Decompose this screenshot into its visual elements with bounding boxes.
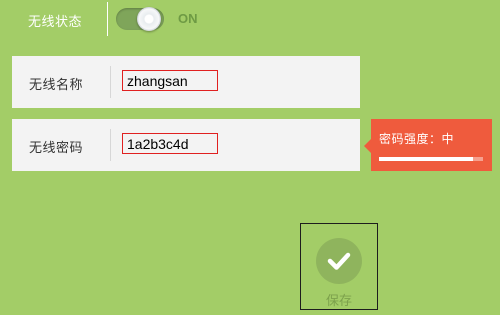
password-strength-bar [379, 157, 483, 161]
checkmark-icon [327, 252, 351, 270]
password-strength-fill [379, 157, 473, 161]
wireless-status-row: 无线状态 ON [0, 0, 500, 40]
toggle-knob[interactable] [137, 7, 161, 31]
password-input[interactable] [122, 133, 218, 154]
password-label: 无线密码 [29, 141, 84, 156]
ssid-label: 无线名称 [29, 78, 84, 93]
field-divider [110, 66, 111, 98]
toggle-state-text: ON [178, 11, 198, 26]
save-label: 保存 [325, 294, 352, 309]
field-divider [110, 129, 111, 161]
password-strength-text: 密码强度：中 [379, 132, 455, 146]
save-circle[interactable] [316, 238, 362, 284]
ssid-row: 无线名称 [12, 56, 360, 108]
ssid-input[interactable] [122, 70, 218, 91]
save-button[interactable]: 保存 [316, 238, 362, 309]
password-strength-tooltip: 密码强度：中 [364, 119, 492, 171]
wireless-toggle[interactable] [116, 7, 164, 31]
status-divider [107, 2, 108, 36]
wireless-status-label: 无线状态 [28, 15, 83, 30]
password-row: 无线密码 [12, 119, 360, 171]
